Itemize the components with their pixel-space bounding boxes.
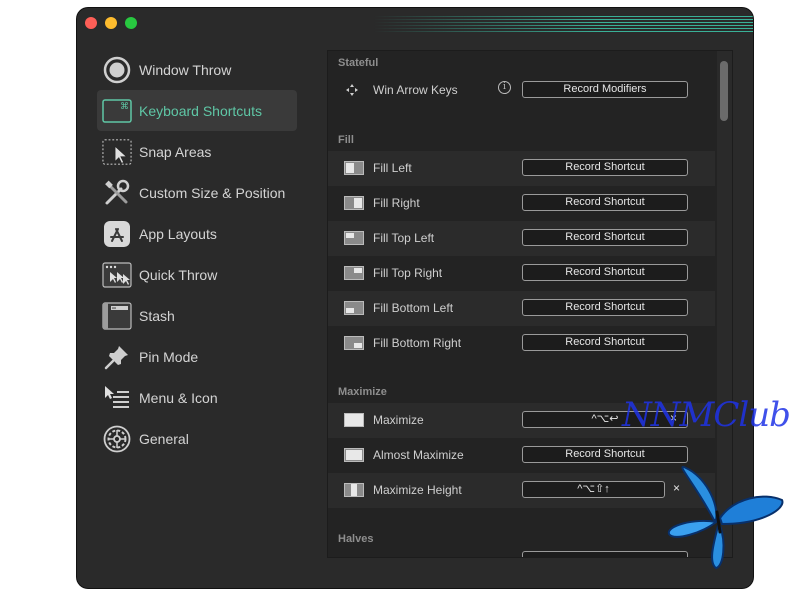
title-stripes-decoration bbox=[373, 16, 753, 32]
section-header-stateful: Stateful bbox=[338, 57, 379, 69]
maximize-icon bbox=[344, 413, 364, 427]
sidebar-item-label: Custom Size & Position bbox=[139, 184, 286, 201]
shortcut-label: Maximize Height bbox=[373, 483, 462, 497]
shortcut-label: Fill Top Left bbox=[373, 231, 435, 245]
almost-maximize-icon bbox=[344, 448, 364, 462]
shortcut-row-fill-bottom-right: Fill Bottom Right Record Shortcut bbox=[328, 326, 715, 361]
shortcut-label: Fill Right bbox=[373, 196, 420, 210]
wrench-icon bbox=[102, 178, 132, 208]
record-shortcut-button[interactable]: Record Shortcut bbox=[522, 264, 688, 281]
target-icon bbox=[102, 55, 132, 85]
minimize-window-button[interactable] bbox=[105, 17, 117, 29]
sidebar-item-quick-throw[interactable]: Quick Throw bbox=[97, 254, 297, 295]
scrollbar-thumb[interactable] bbox=[720, 61, 728, 121]
gear-icon bbox=[102, 424, 132, 454]
snap-cursor-icon bbox=[102, 137, 132, 167]
shortcut-label: Fill Top Right bbox=[373, 266, 443, 280]
record-shortcut-button[interactable]: Record Shortcut bbox=[522, 446, 688, 463]
record-shortcut-button[interactable]: Record Shortcut bbox=[522, 229, 688, 246]
shortcut-row-fill-top-right: Fill Top Right Record Shortcut bbox=[328, 256, 715, 291]
sidebar-item-label: Window Throw bbox=[139, 61, 232, 78]
command-key-icon: ⌘ bbox=[102, 96, 132, 126]
butterfly-icon bbox=[664, 462, 789, 577]
zoom-window-button[interactable] bbox=[125, 17, 137, 29]
fill-top-left-icon bbox=[344, 231, 364, 245]
record-shortcut-button[interactable]: Record Shortcut bbox=[522, 299, 688, 316]
record-modifiers-button[interactable]: Record Modifiers bbox=[522, 81, 688, 98]
shortcut-row-fill-top-left: Fill Top Left Record Shortcut bbox=[328, 221, 715, 256]
sidebar-item-label: General bbox=[139, 430, 189, 447]
sidebar-item-label: Quick Throw bbox=[139, 266, 218, 283]
shortcut-row-fill-bottom-left: Fill Bottom Left Record Shortcut bbox=[328, 291, 715, 326]
sidebar-item-label: Pin Mode bbox=[139, 348, 199, 365]
sidebar-item-pin-mode[interactable]: Pin Mode bbox=[97, 336, 297, 377]
shortcut-label: Win Arrow Keys bbox=[373, 83, 458, 97]
shortcut-label: Maximize bbox=[373, 413, 424, 427]
title-bar bbox=[77, 8, 753, 38]
section-header-maximize: Maximize bbox=[338, 386, 387, 398]
shortcut-row-almost-maximize: Almost Maximize Record Shortcut bbox=[328, 438, 715, 473]
shortcut-row-fill-right: Fill Right Record Shortcut bbox=[328, 186, 715, 221]
close-window-button[interactable] bbox=[85, 17, 97, 29]
svg-text:⌘: ⌘ bbox=[120, 102, 129, 112]
sidebar-item-label: Snap Areas bbox=[139, 143, 212, 160]
sidebar-item-app-layouts[interactable]: App Layouts bbox=[97, 213, 297, 254]
sidebar-item-label: App Layouts bbox=[139, 225, 217, 242]
fill-top-right-icon bbox=[344, 266, 364, 280]
shortcut-row-win-arrow-keys: Win Arrow Keys i Record Modifiers bbox=[328, 73, 715, 108]
sidebar-item-stash[interactable]: Stash bbox=[97, 295, 297, 336]
sidebar-item-keyboard-shortcuts[interactable]: ⌘ Keyboard Shortcuts bbox=[97, 90, 297, 131]
watermark-text: NNMClub bbox=[622, 395, 791, 435]
shortcut-label: Fill Bottom Left bbox=[373, 301, 454, 315]
section-header-fill: Fill bbox=[338, 134, 354, 146]
sidebar-item-general[interactable]: General bbox=[97, 418, 297, 459]
info-icon[interactable]: i bbox=[498, 81, 511, 94]
sidebar-item-snap-areas[interactable]: Snap Areas bbox=[97, 131, 297, 172]
arrows-icon bbox=[344, 83, 364, 97]
fill-bottom-left-icon bbox=[344, 301, 364, 315]
sidebar-item-label: Menu & Icon bbox=[139, 389, 218, 406]
menu-list-icon bbox=[102, 383, 132, 413]
sidebar-item-custom-size-position[interactable]: Custom Size & Position bbox=[97, 172, 297, 213]
fill-right-icon bbox=[344, 196, 364, 210]
sidebar-item-label: Keyboard Shortcuts bbox=[139, 102, 262, 119]
quick-throw-icon bbox=[102, 260, 132, 290]
maximize-height-icon bbox=[344, 483, 364, 497]
shortcut-label: Almost Maximize bbox=[373, 448, 464, 462]
sidebar-item-label: Stash bbox=[139, 307, 175, 324]
fill-left-icon bbox=[344, 161, 364, 175]
shortcut-row-maximize-height: Maximize Height ^⌥⇧↑ × bbox=[328, 473, 715, 508]
fill-bottom-right-icon bbox=[344, 336, 364, 350]
stash-icon bbox=[102, 301, 132, 331]
record-shortcut-button[interactable]: Record Shortcut bbox=[522, 194, 688, 211]
sidebar-item-menu-icon[interactable]: Menu & Icon bbox=[97, 377, 297, 418]
section-header-halves: Halves bbox=[338, 533, 374, 545]
app-window: Window Throw ⌘ Keyboard Shortcuts Snap A… bbox=[77, 8, 753, 588]
shortcut-value-field[interactable]: ^⌥⇧↑ bbox=[522, 481, 665, 498]
shortcut-label: Fill Left bbox=[373, 161, 412, 175]
shortcut-label: Fill Bottom Right bbox=[373, 336, 462, 350]
record-shortcut-button[interactable]: Record Shortcut bbox=[522, 159, 688, 176]
sidebar: Window Throw ⌘ Keyboard Shortcuts Snap A… bbox=[97, 49, 297, 459]
sidebar-item-window-throw[interactable]: Window Throw bbox=[97, 49, 297, 90]
pin-icon bbox=[102, 342, 132, 372]
app-store-icon bbox=[102, 219, 132, 249]
shortcut-row-fill-left: Fill Left Record Shortcut bbox=[328, 151, 715, 186]
record-shortcut-button[interactable]: Record Shortcut bbox=[522, 334, 688, 351]
